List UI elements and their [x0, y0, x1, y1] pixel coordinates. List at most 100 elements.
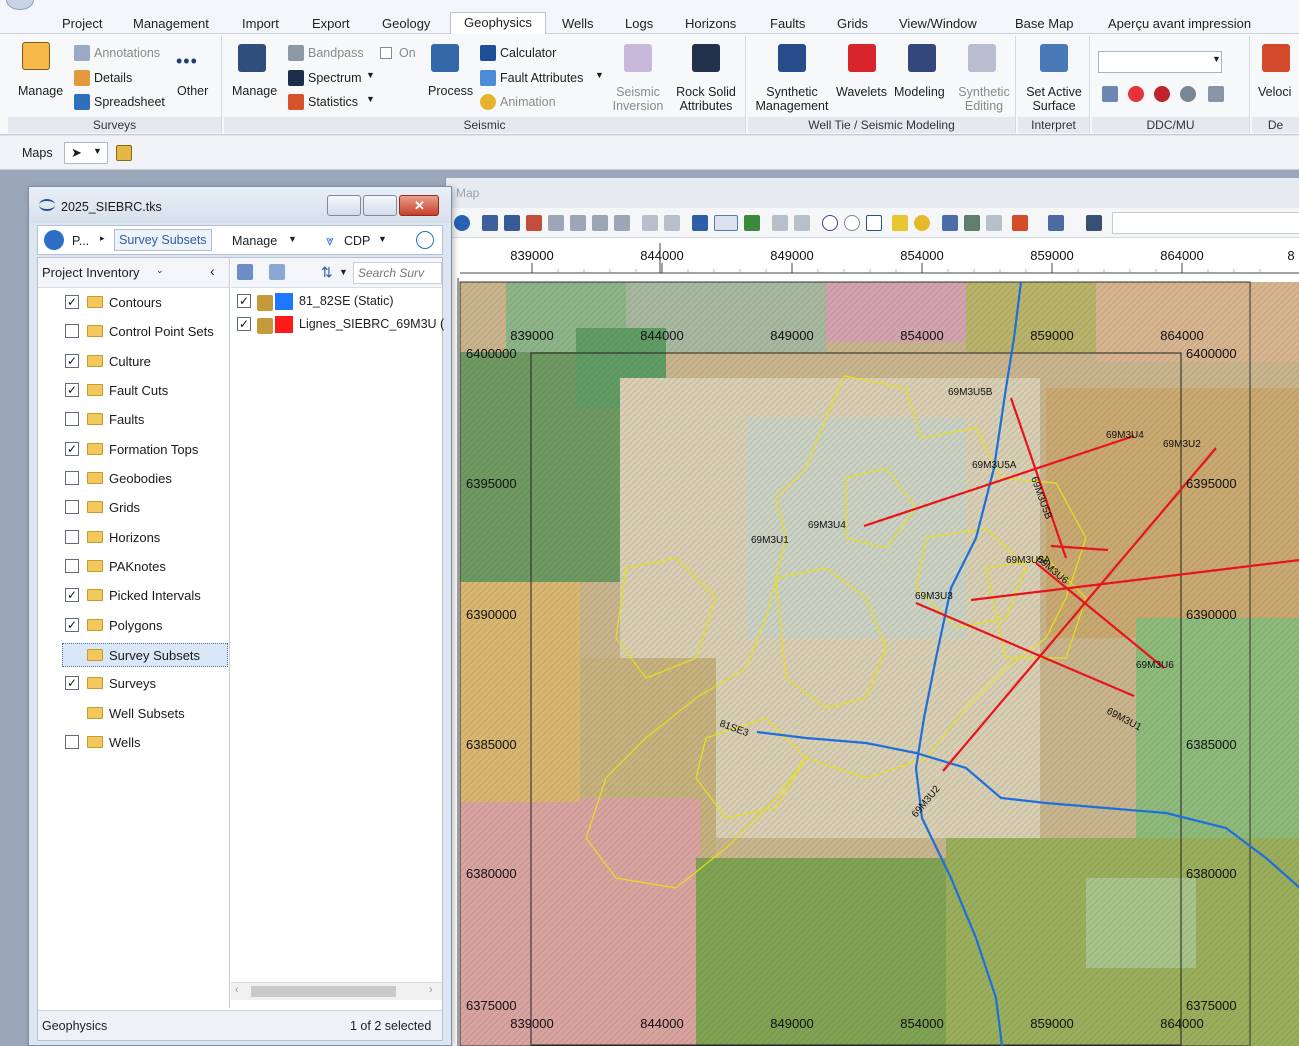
ruler-icon[interactable] — [692, 215, 708, 231]
contours-checkbox[interactable]: ✓ — [65, 295, 79, 309]
maximize-button[interactable] — [363, 195, 397, 216]
spectrum-dropdown-icon[interactable]: ▼ — [366, 70, 375, 80]
tool-11-icon[interactable] — [794, 215, 810, 231]
bandpass-button[interactable]: Bandpass — [308, 46, 364, 60]
tool-8-icon[interactable] — [642, 215, 658, 231]
back-icon[interactable] — [44, 230, 64, 250]
chevron-down-icon[interactable]: ⌄ — [156, 265, 164, 276]
layer-tool-4-icon[interactable] — [548, 215, 564, 231]
synthetic-editing-button[interactable]: Synthetic Editing — [954, 85, 1014, 113]
pointer-tool-button[interactable]: ➤ ▼ — [64, 142, 108, 164]
measure-icon[interactable] — [892, 215, 908, 231]
grid-display-icon[interactable] — [744, 215, 760, 231]
tab-project[interactable]: Project — [60, 14, 104, 34]
manage-menu-button[interactable]: Manage — [232, 234, 277, 248]
horizontal-scrollbar[interactable]: ‹ › — [231, 982, 442, 1000]
tree-item-formation-tops[interactable]: ✓ Formation Tops — [38, 438, 228, 462]
picked-intervals-checkbox[interactable]: ✓ — [65, 588, 79, 602]
close-button[interactable]: ✕ — [399, 195, 439, 216]
set-active-surface-button[interactable]: Set Active Surface — [1020, 85, 1088, 113]
tool-9-icon[interactable] — [664, 215, 680, 231]
spreadsheet-button[interactable]: Spreadsheet — [94, 95, 165, 109]
layer-color-swatch[interactable] — [275, 316, 293, 333]
zoom-extent-icon[interactable] — [866, 215, 882, 231]
surveys-checkbox[interactable]: ✓ — [65, 676, 79, 690]
cdp-dropdown-icon[interactable]: ▼ — [378, 234, 387, 244]
animation-button[interactable]: Animation — [500, 95, 556, 109]
statistics-button[interactable]: Statistics — [308, 95, 358, 109]
lasso-icon[interactable] — [914, 215, 930, 231]
tab-management[interactable]: Management — [131, 14, 211, 34]
tool-15-icon[interactable] — [1012, 215, 1028, 231]
grids-checkbox[interactable] — [65, 500, 79, 514]
layer-tool-2-icon[interactable] — [504, 215, 520, 231]
tree-item-surveys[interactable]: ✓ Surveys — [38, 672, 228, 696]
rock-solid-button[interactable]: Rock Solid Attributes — [672, 85, 740, 113]
layer-checkbox[interactable]: ✓ — [237, 317, 251, 331]
inventory-titlebar[interactable]: 2025_SIEBRC.tks ✕ — [29, 187, 451, 223]
tab-import[interactable]: Import — [240, 14, 281, 34]
sort-dropdown-icon[interactable]: ▼ — [339, 267, 348, 277]
tree-item-faults[interactable]: Faults — [38, 408, 228, 432]
scroll-left-icon[interactable]: ‹ — [235, 984, 239, 996]
tree-item-grids[interactable]: Grids — [38, 496, 228, 520]
open-folder-icon[interactable] — [116, 145, 132, 161]
layer-tool-7-icon[interactable] — [614, 215, 630, 231]
tree-item-well-subsets[interactable]: Well Subsets — [38, 702, 228, 726]
fault-attributes-button[interactable]: Fault Attributes — [500, 71, 583, 85]
application-menu-button[interactable] — [6, 0, 34, 10]
scroll-right-icon[interactable]: › — [429, 984, 433, 996]
minimize-button[interactable] — [327, 195, 361, 216]
tab-grids[interactable]: Grids — [835, 14, 870, 34]
calculator-button[interactable]: Calculator — [500, 46, 556, 60]
tool-16-icon[interactable] — [1048, 215, 1064, 231]
wells-checkbox[interactable] — [65, 735, 79, 749]
tool-13-icon[interactable] — [964, 215, 980, 231]
tree-item-wells[interactable]: Wells — [38, 731, 228, 755]
tab-geophysics[interactable]: Geophysics — [450, 12, 546, 35]
layer-tool-1-icon[interactable] — [482, 215, 498, 231]
surveys-manage-button[interactable]: Manage — [18, 84, 63, 98]
refresh-icon[interactable] — [1180, 86, 1196, 102]
tab-logs[interactable]: Logs — [623, 14, 655, 34]
tab-view-window[interactable]: View/Window — [897, 14, 979, 34]
layer-row[interactable]: ✓ Lignes_SIEBRC_69M3U ( — [235, 314, 444, 336]
tree-item-fault-cuts[interactable]: ✓ Fault Cuts — [38, 379, 228, 403]
tool-14-icon[interactable] — [986, 215, 1002, 231]
cdp-menu-button[interactable]: CDP — [344, 234, 370, 248]
tool-17-icon[interactable] — [1086, 215, 1102, 231]
tab-horizons[interactable]: Horizons — [683, 14, 738, 34]
zoom-out-icon[interactable] — [844, 215, 860, 231]
geobodies-checkbox[interactable] — [65, 471, 79, 485]
seismic-manage-button[interactable]: Manage — [232, 84, 277, 98]
scrollbar-thumb[interactable] — [251, 986, 396, 997]
layer-row[interactable]: ✓ 81_82SE (Static) — [235, 291, 442, 313]
polygons-checkbox[interactable]: ✓ — [65, 618, 79, 632]
tab-apercu[interactable]: Aperçu avant impression — [1106, 14, 1253, 34]
tree-item-polygons[interactable]: ✓ Polygons — [38, 614, 228, 638]
formation-tops-checkbox[interactable]: ✓ — [65, 442, 79, 456]
tool-12-icon[interactable] — [942, 215, 958, 231]
breadcrumb-root[interactable]: P... — [72, 234, 89, 248]
paknotes-checkbox[interactable] — [65, 559, 79, 573]
manage-dropdown-icon[interactable]: ▼ — [288, 234, 297, 244]
layer-color-swatch[interactable] — [275, 293, 293, 310]
uncheck-all-icon[interactable] — [269, 264, 285, 280]
other-button[interactable]: Other — [177, 84, 208, 98]
project-inventory-dropdown[interactable]: Project Inventory — [42, 265, 140, 280]
tab-base-map[interactable]: Base Map — [1013, 14, 1076, 34]
tree-item-survey-subsets[interactable]: Survey Subsets — [62, 643, 228, 667]
sort-icon[interactable]: ⇅ — [321, 264, 333, 281]
velocity-button[interactable]: Veloci — [1258, 85, 1291, 99]
on-checkbox[interactable] — [380, 47, 392, 59]
ddc-tool-1-icon[interactable] — [1102, 86, 1118, 102]
wavelets-button[interactable]: Wavelets — [836, 85, 887, 99]
tree-item-control-point-sets[interactable]: Control Point Sets — [38, 320, 228, 344]
layer-tool-3-icon[interactable] — [526, 215, 542, 231]
synthetic-management-button[interactable]: Synthetic Management — [752, 85, 832, 113]
tab-geology[interactable]: Geology — [380, 14, 432, 34]
tree-item-culture[interactable]: ✓ Culture — [38, 350, 228, 374]
tab-wells[interactable]: Wells — [560, 14, 596, 34]
annotations-button[interactable]: Annotations — [94, 46, 160, 60]
ddc-tool-3-icon[interactable] — [1154, 86, 1170, 102]
